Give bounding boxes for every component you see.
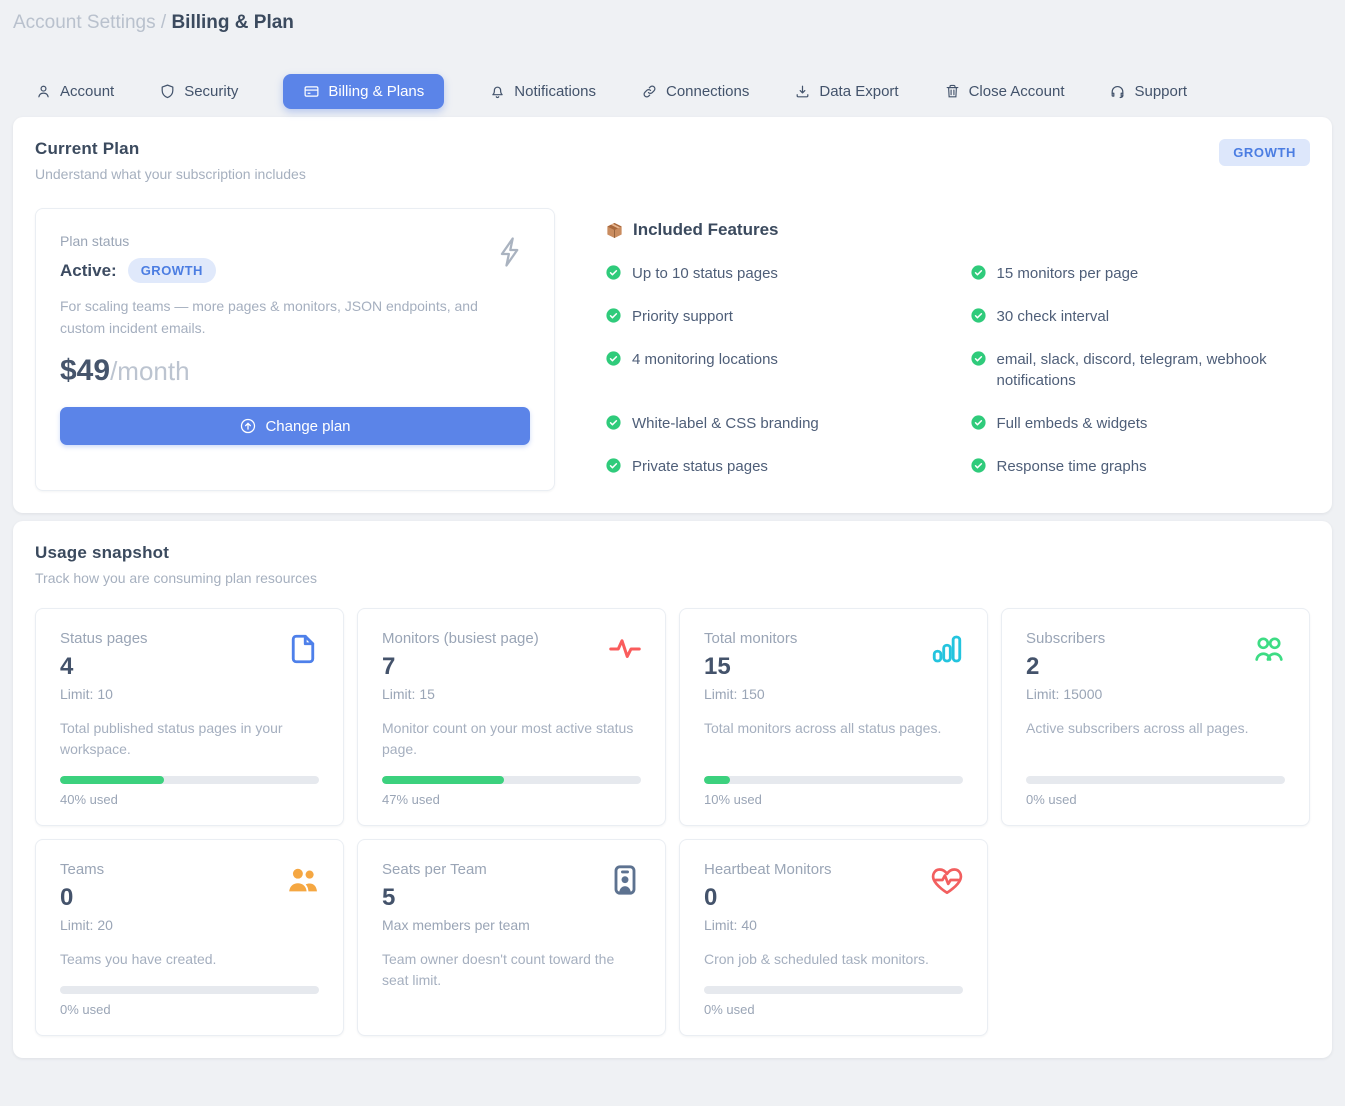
tab-close-account[interactable]: Close Account xyxy=(944,74,1065,109)
breadcrumb: Account Settings / Billing & Plan xyxy=(13,0,1332,34)
plan-badge: GROWTH xyxy=(1219,139,1310,166)
check-circle-icon xyxy=(605,350,622,367)
usage-subtitle: Track how you are consuming plan resourc… xyxy=(35,570,317,586)
check-circle-icon xyxy=(605,307,622,324)
feature-item: Full embeds & widgets xyxy=(970,413,1311,435)
current-plan-subtitle: Understand what your subscription includ… xyxy=(35,166,306,182)
feature-item: Priority support xyxy=(605,306,946,328)
feature-item: 15 monitors per page xyxy=(970,263,1311,285)
plan-price: $49 xyxy=(60,354,110,387)
shield-icon xyxy=(159,83,176,100)
included-features: Included Features Up to 10 status pages … xyxy=(605,208,1310,478)
features-title: Included Features xyxy=(633,220,778,240)
progress-bar xyxy=(382,776,641,784)
feature-item: 30 check interval xyxy=(970,306,1311,328)
usage-card-heartbeat-monitors: Heartbeat Monitors 0 Limit: 40 Cron job … xyxy=(679,839,988,1036)
check-circle-icon xyxy=(605,264,622,281)
id-badge-icon xyxy=(607,862,643,898)
usage-grid: Status pages 4 Limit: 10 Total published… xyxy=(35,608,1310,1036)
percent-used-label: 0% used xyxy=(1026,792,1285,807)
activity-icon xyxy=(607,631,643,667)
current-plan-panel: Current Plan Understand what your subscr… xyxy=(13,117,1332,513)
breadcrumb-separator: / xyxy=(161,12,166,33)
trash-icon xyxy=(944,83,961,100)
user-icon xyxy=(35,83,52,100)
tab-security[interactable]: Security xyxy=(159,74,238,109)
tab-notifications[interactable]: Notifications xyxy=(489,74,596,109)
check-circle-icon xyxy=(605,457,622,474)
progress-fill xyxy=(382,776,504,784)
usage-title: Usage snapshot xyxy=(35,543,317,563)
percent-used-label: 40% used xyxy=(60,792,319,807)
progress-bar xyxy=(60,986,319,994)
tab-billing-plans[interactable]: Billing & Plans xyxy=(283,74,444,109)
features-grid: Up to 10 status pages 15 monitors per pa… xyxy=(605,263,1310,478)
feature-item: Response time graphs xyxy=(970,456,1311,478)
percent-used-label: 0% used xyxy=(60,1002,319,1017)
bar-chart-icon xyxy=(929,631,965,667)
progress-section: 47% used xyxy=(382,760,641,807)
users-outline-icon xyxy=(1251,631,1287,667)
feature-item: Up to 10 status pages xyxy=(605,263,946,285)
heart-pulse-icon xyxy=(929,862,965,898)
check-circle-icon xyxy=(970,307,987,324)
feature-item: Private status pages xyxy=(605,456,946,478)
check-circle-icon xyxy=(970,414,987,431)
plan-status-card: Plan status Active: GROWTH For scaling t… xyxy=(35,208,555,491)
progress-section: 40% used xyxy=(60,760,319,807)
feature-item: White-label & CSS branding xyxy=(605,413,946,435)
check-circle-icon xyxy=(970,350,987,367)
zap-icon xyxy=(494,233,528,271)
feature-item: 4 monitoring locations xyxy=(605,349,946,393)
change-plan-button[interactable]: Change plan xyxy=(60,407,530,445)
plan-status-badge: GROWTH xyxy=(128,258,216,283)
usage-card-seats-per-team: Seats per Team 5 Max members per team Te… xyxy=(357,839,666,1036)
current-plan-title: Current Plan xyxy=(35,139,306,159)
usage-card-total-monitors: Total monitors 15 Limit: 150 Total monit… xyxy=(679,608,988,826)
tab-connections[interactable]: Connections xyxy=(641,74,749,109)
download-icon xyxy=(794,83,811,100)
check-circle-icon xyxy=(970,264,987,281)
feature-item: email, slack, discord, telegram, webhook… xyxy=(970,349,1311,393)
credit-card-icon xyxy=(303,83,320,100)
usage-card-monitors-busiest-page: Monitors (busiest page) 7 Limit: 15 Moni… xyxy=(357,608,666,826)
breadcrumb-section[interactable]: Account Settings xyxy=(13,12,156,33)
bell-icon xyxy=(489,83,506,100)
progress-section: 0% used xyxy=(60,970,319,1017)
progress-section: 0% used xyxy=(704,970,963,1017)
arrow-up-circle-icon xyxy=(239,417,257,435)
percent-used-label: 47% used xyxy=(382,792,641,807)
file-icon xyxy=(285,631,321,667)
headset-icon xyxy=(1109,83,1126,100)
check-circle-icon xyxy=(605,414,622,431)
plan-period: /month xyxy=(110,356,190,386)
plan-status-label: Plan status xyxy=(60,233,530,249)
usage-card-status-pages: Status pages 4 Limit: 10 Total published… xyxy=(35,608,344,826)
tab-bar: Account Security Billing & Plans Notific… xyxy=(13,74,1332,109)
progress-bar xyxy=(704,986,963,994)
usage-snapshot-panel: Usage snapshot Track how you are consumi… xyxy=(13,521,1332,1058)
link-icon xyxy=(641,83,658,100)
check-circle-icon xyxy=(970,457,987,474)
percent-used-label: 10% used xyxy=(704,792,963,807)
plan-price-row: $49/month xyxy=(60,354,530,388)
package-icon xyxy=(605,221,624,240)
page-title: Billing & Plan xyxy=(171,12,293,33)
tab-account[interactable]: Account xyxy=(35,74,114,109)
progress-section: 10% used xyxy=(704,760,963,807)
usage-card-teams: Teams 0 Limit: 20 Teams you have created… xyxy=(35,839,344,1036)
tab-data-export[interactable]: Data Export xyxy=(794,74,898,109)
users-filled-icon xyxy=(285,862,321,898)
plan-description: For scaling teams — more pages & monitor… xyxy=(60,296,490,339)
usage-card-subscribers: Subscribers 2 Limit: 15000 Active subscr… xyxy=(1001,608,1310,826)
tab-support[interactable]: Support xyxy=(1109,74,1187,109)
percent-used-label: 0% used xyxy=(704,1002,963,1017)
progress-bar xyxy=(1026,776,1285,784)
progress-fill xyxy=(704,776,730,784)
plan-status-value: Active: xyxy=(60,261,117,281)
progress-fill xyxy=(60,776,164,784)
progress-bar xyxy=(704,776,963,784)
progress-section: 0% used xyxy=(1026,760,1285,807)
progress-bar xyxy=(60,776,319,784)
